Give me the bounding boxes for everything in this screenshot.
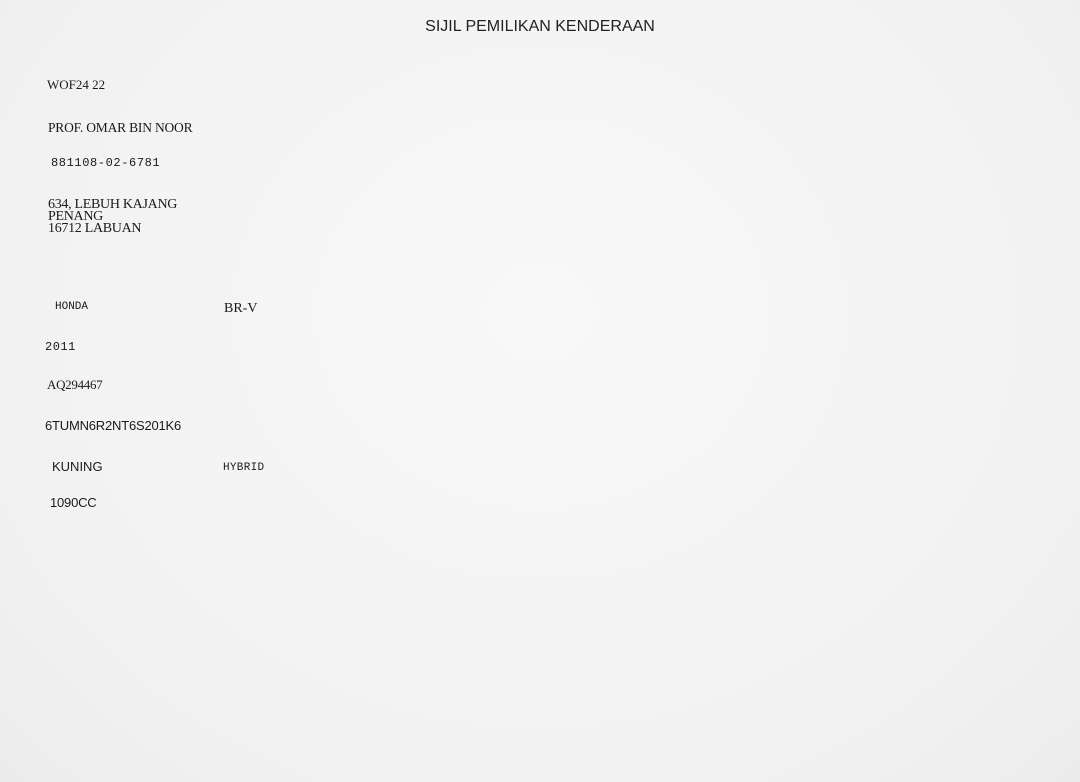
engine-capacity: 1090CC	[50, 495, 97, 510]
vehicle-year: 2011	[45, 340, 76, 354]
engine-number: AQ294467	[47, 377, 103, 392]
registration-number: WOF24 22	[47, 77, 106, 92]
vehicle-make: HONDA	[55, 301, 89, 313]
address-line-3: 16712 LABUAN	[48, 221, 142, 236]
document-title: SIJIL PEMILIKAN KENDERAAN	[425, 18, 655, 35]
ownership-certificate: SIJIL PEMILIKAN KENDERAAN WOF24 22 PROF.…	[0, 0, 1080, 782]
vehicle-model: BR-V	[224, 301, 258, 316]
owner-id-number: 881108-02-6781	[51, 156, 161, 170]
owner-name: PROF. OMAR BIN NOOR	[48, 120, 193, 135]
chassis-number: 6TUMN6R2NT6S201K6	[45, 418, 182, 433]
fuel-type: HYBRID	[223, 462, 265, 474]
vehicle-colour: KUNING	[52, 459, 103, 474]
owner-address: 634, LEBUH KAJANG PENANG 16712 LABUAN	[48, 198, 177, 236]
